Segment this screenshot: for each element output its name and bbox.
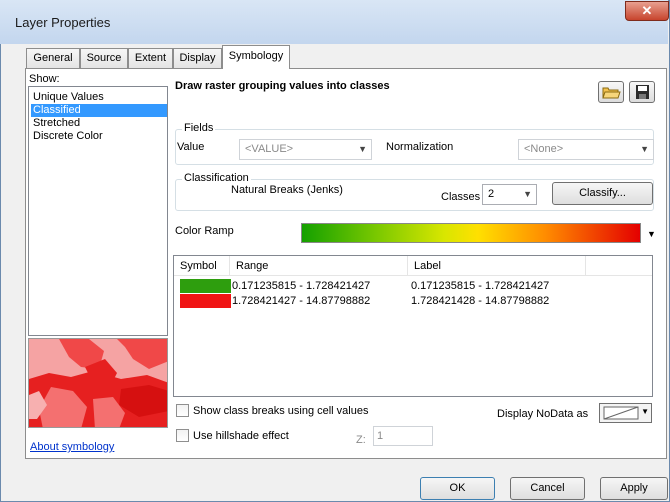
column-header-label[interactable]: Label (408, 256, 586, 276)
tab-symbology[interactable]: Symbology (222, 45, 290, 69)
chevron-down-icon: ▼ (523, 189, 532, 199)
z-factor-label: Z: (356, 434, 366, 446)
z-factor-input[interactable]: 1 (373, 426, 433, 446)
classification-method: Natural Breaks (Jenks) (231, 184, 343, 196)
tab-display[interactable]: Display (173, 48, 222, 68)
show-label: Show: (29, 73, 60, 85)
list-item-stretched[interactable]: Stretched (31, 117, 167, 130)
range-cell[interactable]: 1.728421427 - 14.87798882 (232, 294, 370, 308)
ok-button[interactable]: OK (420, 477, 495, 500)
symbology-preview-image (28, 338, 168, 428)
renderer-heading: Draw raster grouping values into classes (175, 80, 390, 92)
classification-group-label: Classification (182, 172, 251, 184)
column-header-range[interactable]: Range (230, 256, 408, 276)
apply-button[interactable]: Apply (600, 477, 668, 500)
classes-dropdown[interactable]: 2 ▼ (482, 184, 537, 205)
nodata-label: Display NoData as (497, 408, 589, 420)
value-label: Value (177, 141, 205, 153)
table-row[interactable]: 0.171235815 - 1.728421427 0.171235815 - … (174, 279, 652, 293)
hillshade-checkbox[interactable] (176, 429, 189, 442)
classes-value: 2 (488, 188, 495, 200)
class-table-header: Symbol Range Label (174, 256, 652, 276)
symbol-swatch[interactable] (180, 279, 231, 293)
class-table[interactable]: Symbol Range Label 0.171235815 - 1.72842… (173, 255, 653, 397)
value-field-dropdown[interactable]: <VALUE> ▼ (239, 139, 372, 160)
list-item-classified[interactable]: Classified (31, 104, 167, 117)
list-item-discrete-color[interactable]: Discrete Color (31, 130, 167, 143)
normalization-label: Normalization (386, 141, 454, 153)
color-ramp-dropdown[interactable] (301, 223, 641, 243)
open-folder-icon (602, 87, 621, 99)
tab-source[interactable]: Source (80, 48, 128, 68)
nodata-swatch-icon (603, 406, 639, 420)
tab-general[interactable]: General (26, 48, 80, 68)
cancel-button[interactable]: Cancel (510, 477, 585, 500)
about-symbology-link[interactable]: About symbology (30, 441, 114, 453)
symbol-swatch[interactable] (180, 294, 231, 308)
classify-button[interactable]: Classify... (552, 182, 653, 205)
range-cell[interactable]: 0.171235815 - 1.728421427 (232, 279, 370, 293)
label-cell[interactable]: 0.171235815 - 1.728421427 (411, 279, 549, 293)
close-button[interactable]: ✕ (625, 1, 669, 21)
nodata-color-picker[interactable]: ▼ (599, 403, 652, 423)
save-disk-icon (636, 85, 649, 99)
import-symbology-button[interactable] (598, 81, 624, 103)
show-class-breaks-label[interactable]: Show class breaks using cell values (193, 405, 368, 417)
fields-group-label: Fields (182, 122, 216, 134)
label-cell[interactable]: 1.728421428 - 14.87798882 (411, 294, 549, 308)
window-title: Layer Properties (15, 15, 111, 30)
normalization-selected: <None> (524, 143, 564, 155)
table-row[interactable]: 1.728421427 - 14.87798882 1.728421428 - … (174, 294, 652, 308)
chevron-down-icon: ▼ (358, 144, 367, 154)
normalization-dropdown[interactable]: <None> ▼ (518, 139, 654, 160)
value-field-selected: <VALUE> (245, 143, 294, 155)
chevron-down-icon[interactable]: ▼ (647, 229, 656, 239)
show-class-breaks-checkbox[interactable] (176, 404, 189, 417)
column-header-symbol[interactable]: Symbol (174, 256, 230, 276)
renderer-list[interactable]: Unique Values Classified Stretched Discr… (28, 86, 168, 336)
classes-label: Classes (441, 191, 481, 203)
chevron-down-icon: ▼ (640, 144, 649, 154)
chevron-down-icon: ▼ (641, 407, 649, 416)
save-layer-file-button[interactable] (629, 81, 655, 103)
color-ramp-label: Color Ramp (175, 225, 234, 237)
hillshade-label[interactable]: Use hillshade effect (193, 430, 289, 442)
tab-extent[interactable]: Extent (128, 48, 173, 68)
list-item-unique-values[interactable]: Unique Values (31, 91, 167, 104)
